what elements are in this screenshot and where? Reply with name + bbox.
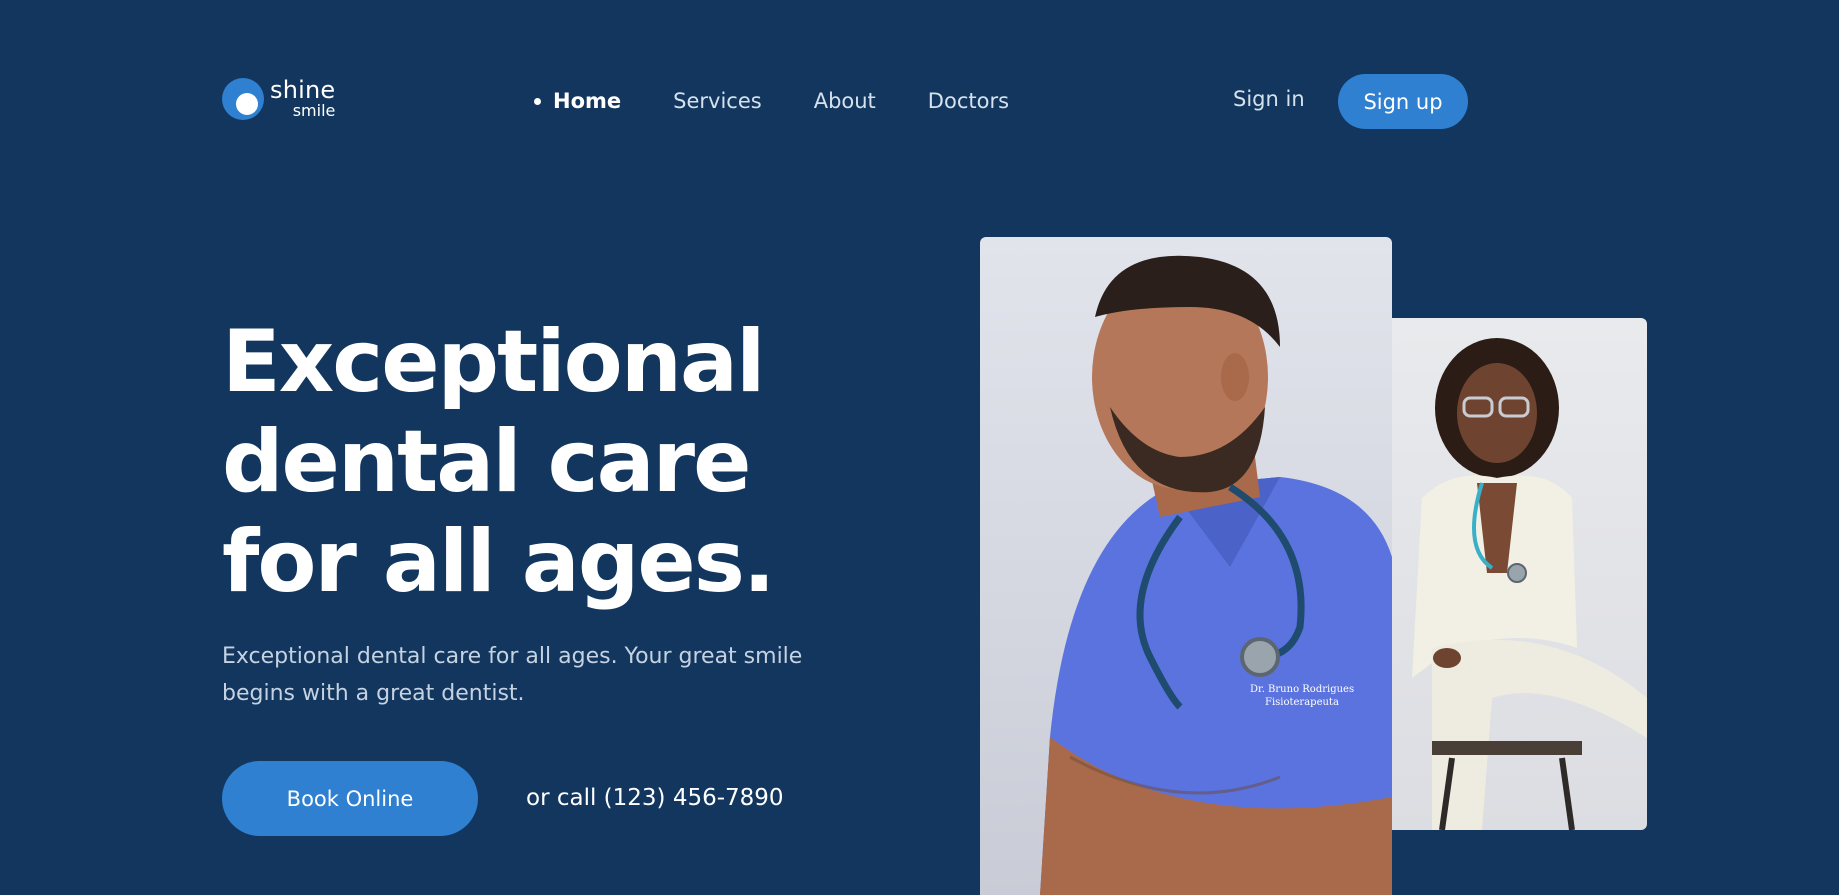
doctor-badge-line1: Dr. Bruno Rodrigues bbox=[1250, 684, 1354, 695]
doctor-photo-female bbox=[1392, 318, 1647, 830]
active-indicator-dot bbox=[534, 97, 541, 105]
logo-text: shine smile bbox=[270, 78, 335, 119]
doctor-male-illustration: Dr. Bruno Rodrigues Fisioterapeuta bbox=[1040, 255, 1392, 895]
nav-item-services[interactable]: Services bbox=[673, 89, 762, 113]
nav-item-home[interactable]: Home bbox=[553, 89, 621, 113]
hero-subtitle: Exceptional dental care for all ages. Yo… bbox=[222, 644, 803, 706]
call-prefix: or call bbox=[526, 785, 597, 811]
brand-logo[interactable]: shine smile bbox=[222, 76, 335, 120]
nav-item-doctors[interactable]: Doctors bbox=[928, 89, 1009, 113]
sign-in-link[interactable]: Sign in bbox=[1233, 87, 1305, 111]
sign-up-button[interactable]: Sign up bbox=[1338, 74, 1468, 129]
main-nav: Home Services About Doctors bbox=[534, 86, 1061, 116]
logo-word-shine: shine bbox=[270, 75, 336, 104]
logo-word-smile: smile bbox=[292, 100, 336, 120]
doctor-photo-male: Dr. Bruno Rodrigues Fisioterapeuta bbox=[980, 237, 1392, 895]
logo-mark-icon bbox=[222, 78, 264, 120]
book-online-button[interactable]: Book Online bbox=[222, 761, 478, 836]
hero-title: Exceptional dental care for all ages. bbox=[222, 312, 776, 612]
nav-item-about[interactable]: About bbox=[814, 89, 876, 113]
phone-link[interactable]: (123) 456-7890 bbox=[604, 785, 784, 811]
call-line: or call (123) 456-7890 bbox=[526, 785, 784, 811]
doctor-female-illustration bbox=[1412, 338, 1647, 830]
doctor-badge-line2: Fisioterapeuta bbox=[1265, 697, 1339, 708]
